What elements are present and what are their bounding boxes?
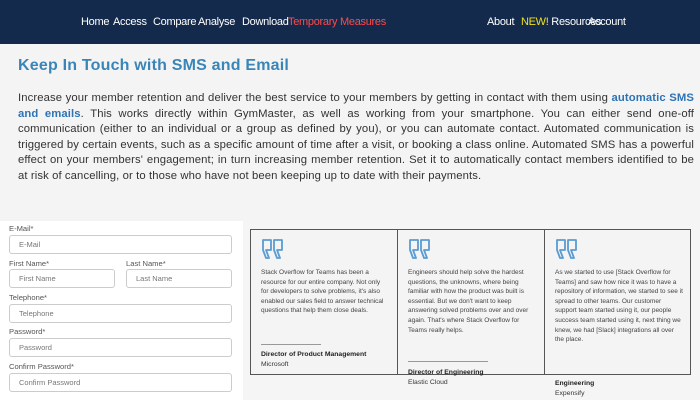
testimonials-panel: Stack Overflow for Teams has been a reso…	[250, 229, 691, 397]
telephone-label: Telephone*	[9, 293, 48, 302]
testimonial-company: Elastic Cloud	[408, 379, 448, 386]
quote-icon	[409, 239, 430, 259]
password-field[interactable]	[9, 338, 232, 357]
email-field[interactable]	[9, 235, 232, 254]
sms-email-section: Keep In Touch with SMS and Email Increas…	[0, 44, 700, 221]
testimonial-quote: Stack Overflow for Teams has been a reso…	[261, 269, 384, 315]
quote-icon	[556, 239, 577, 259]
testimonial-card: Engineers should help solve the hardest …	[398, 230, 545, 386]
page-body-text: Increase your member retention and deliv…	[18, 91, 694, 184]
top-nav-bar: Home Access Compare Analyse Download Tem…	[0, 0, 700, 44]
body-text-rest: . This works directly within GymMaster, …	[18, 107, 694, 182]
testimonial-company: Microsoft	[261, 361, 289, 368]
testimonial-quote: Engineers should help solve the hardest …	[408, 269, 529, 334]
telephone-field[interactable]	[9, 304, 232, 323]
password-label: Password*	[9, 327, 46, 336]
testimonial-quote: As we started to use [Stack Overflow for…	[555, 269, 683, 344]
testimonial-company: Expensify	[555, 390, 585, 397]
nav-link-compare[interactable]: Compare	[153, 16, 196, 28]
signup-form: E-Mail* First Name* Last Name* Telephone…	[0, 221, 243, 400]
last-name-label: Last Name*	[126, 259, 166, 268]
testimonial-author-title: Director of Product Management	[261, 351, 367, 358]
last-name-field[interactable]	[126, 269, 232, 288]
new-badge: NEW!	[521, 16, 549, 28]
nav-link-about[interactable]: About	[487, 16, 515, 28]
page-title: Keep In Touch with SMS and Email	[18, 57, 290, 74]
first-name-label: First Name*	[9, 259, 50, 268]
confirm-password-label: Confirm Password*	[9, 362, 74, 371]
nav-link-account[interactable]: Account	[588, 16, 626, 28]
divider	[408, 361, 488, 362]
nav-link-analyse[interactable]: Analyse	[198, 16, 235, 28]
testimonial-author-title: Engineering	[555, 380, 595, 387]
testimonial-author-title: Director of Engineering	[408, 369, 484, 376]
divider	[261, 344, 321, 345]
quote-icon	[262, 239, 283, 259]
nav-link-home[interactable]: Home	[81, 16, 109, 28]
nav-link-access[interactable]: Access	[113, 16, 147, 28]
confirm-password-field[interactable]	[9, 373, 232, 392]
nav-link-download[interactable]: Download	[242, 16, 289, 28]
first-name-field[interactable]	[9, 269, 115, 288]
nav-link-temporary-measures[interactable]: Temporary Measures	[288, 16, 386, 28]
testimonial-card: As we started to use [Stack Overflow for…	[545, 230, 690, 397]
body-text-intro: Increase your member retention and deliv…	[18, 92, 612, 104]
testimonial-card: Stack Overflow for Teams has been a reso…	[251, 230, 398, 374]
email-label: E-Mail*	[9, 224, 34, 233]
